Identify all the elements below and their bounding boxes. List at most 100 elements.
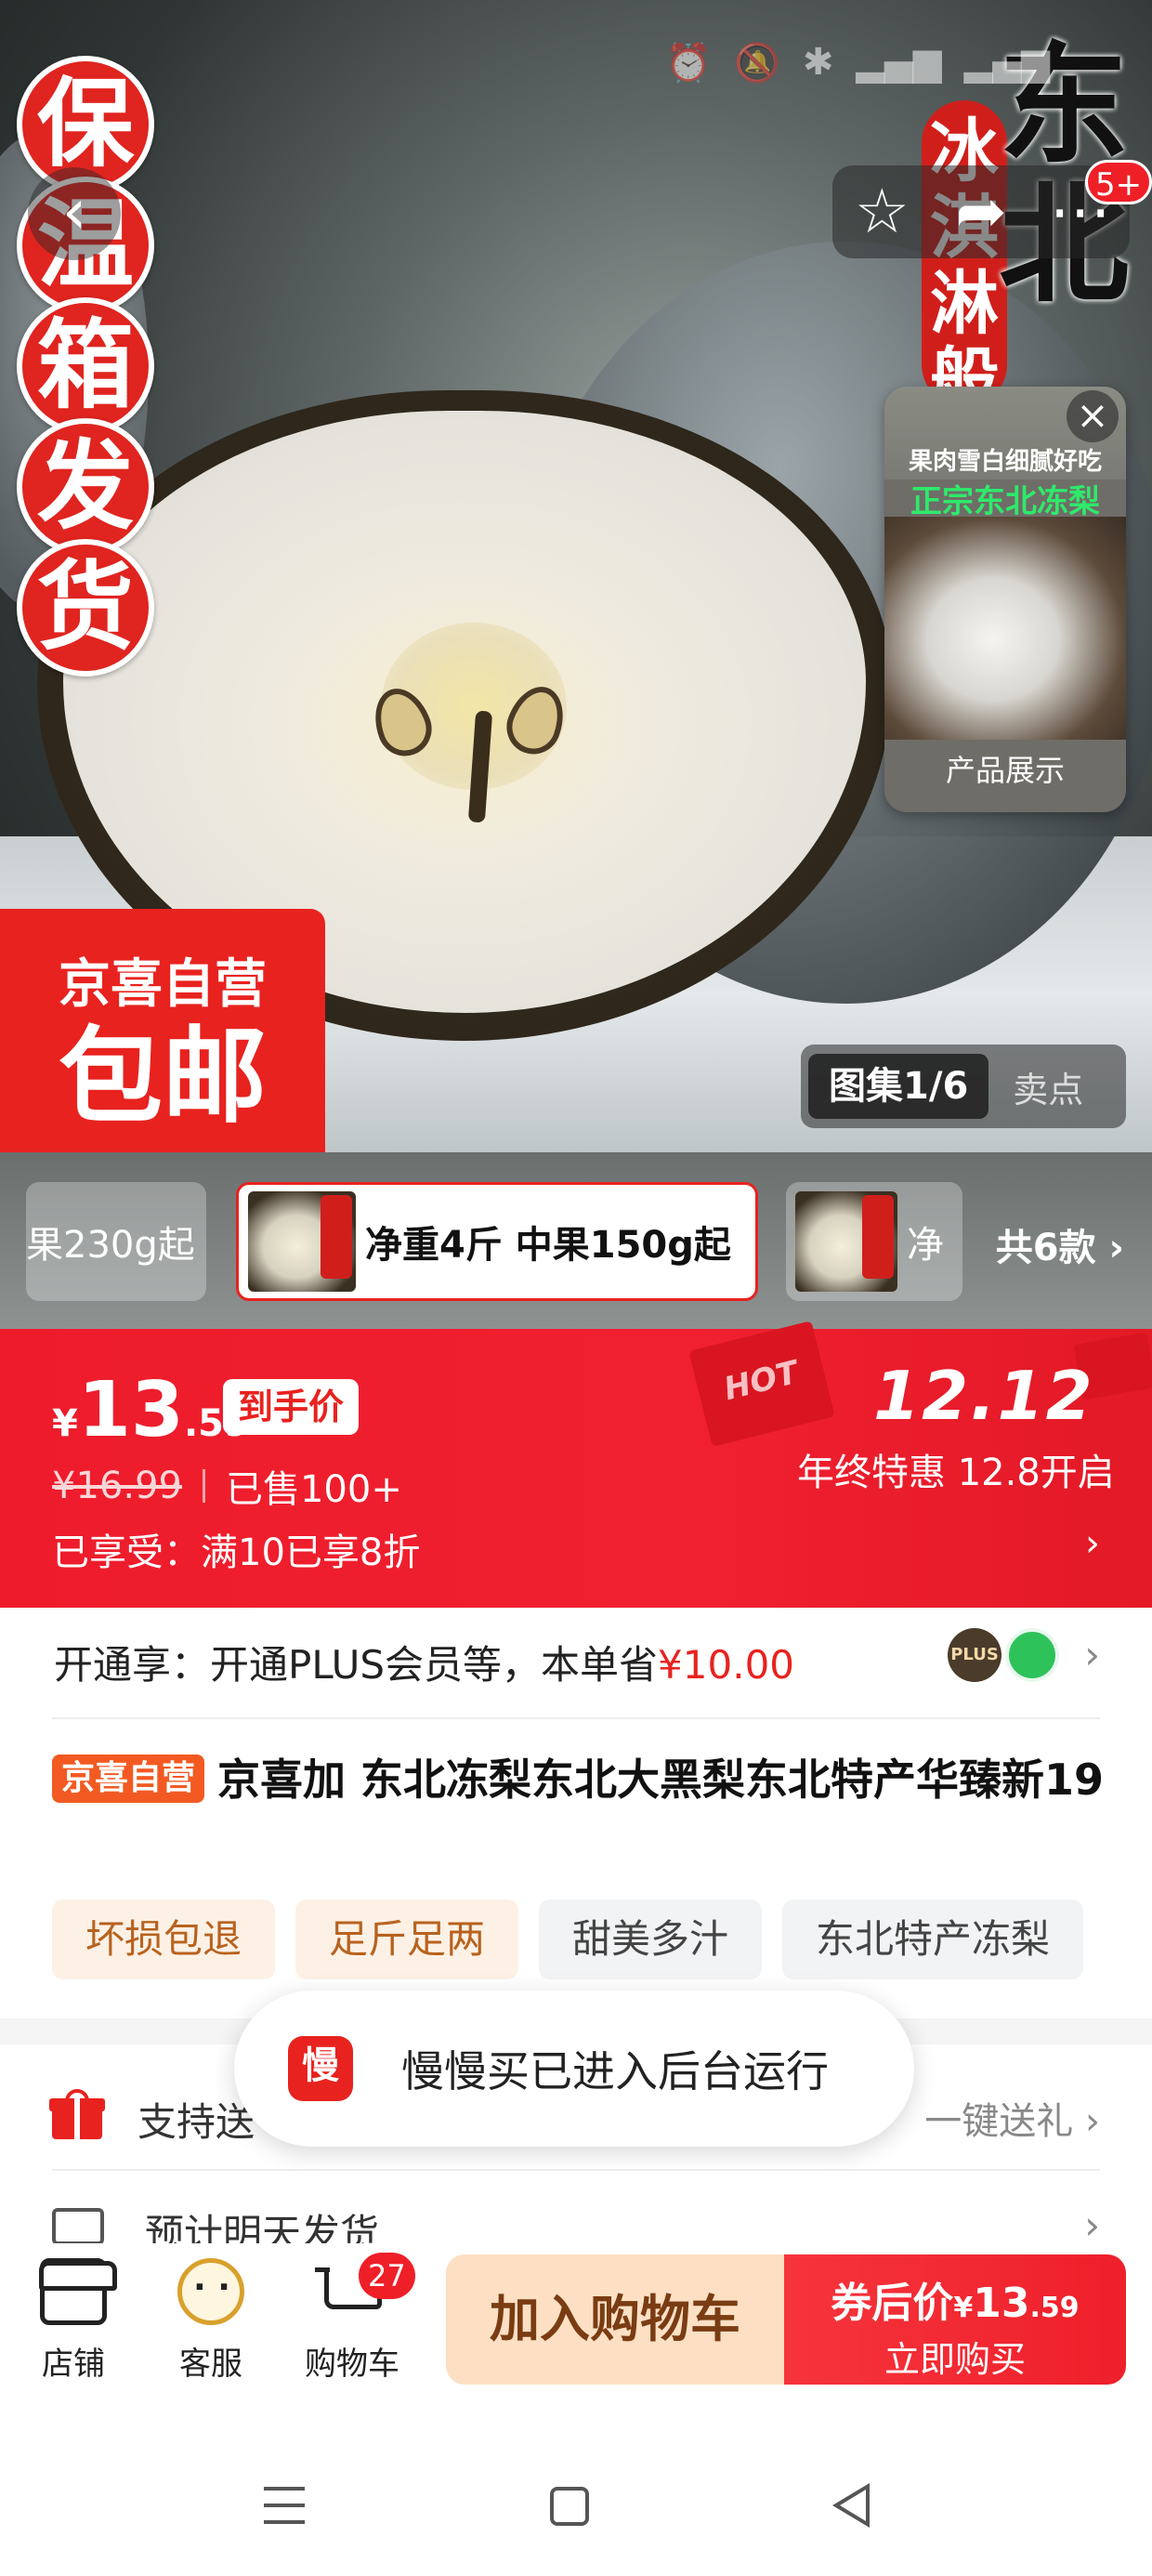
insulated-box-badge: 保 温 箱 发 货 xyxy=(17,56,158,677)
chevron-left-icon: ‹ xyxy=(61,176,87,247)
product-title: 京喜自营 京喜加 东北冻梨东北大黑梨东北特产华臻新19 xyxy=(52,1747,1111,1812)
event-subtitle: 年终特惠 12.8开启 xyxy=(797,1452,1115,1494)
gift-action: 一键送礼 › xyxy=(924,2091,1100,2145)
variant-thumbnail xyxy=(795,1191,897,1292)
variant-thumbnail xyxy=(248,1191,356,1292)
event-date: 12.12 xyxy=(873,1357,1094,1435)
product-title-text: 京喜加 东北冻梨东北大黑梨东北特产华臻新19 xyxy=(217,1755,1105,1805)
self-operated-tag: 京喜自营 xyxy=(52,1755,205,1803)
signal-icon: ▂▄▆ xyxy=(963,41,1050,84)
product-video-preview[interactable]: 果肉雪白细腻好吃 正宗东北冻梨 产品展示 xyxy=(884,387,1126,812)
badge-line2: 包邮 xyxy=(59,1017,267,1137)
shipping-row[interactable]: 预计明天发货 › xyxy=(0,2175,1152,2249)
plus-icons: PLUS xyxy=(948,1628,1059,1682)
buy-price-line: 券后价¥13.59 xyxy=(784,2269,1126,2329)
divider xyxy=(202,1469,205,1503)
notification-badge: 5+ xyxy=(1085,160,1152,204)
original-price: ¥16.99 xyxy=(52,1465,182,1507)
variant-label: 果230g起 xyxy=(26,1224,195,1267)
menu-line xyxy=(264,2487,305,2491)
final-price-tag: 到手价 xyxy=(223,1379,360,1435)
tag-damage-refund[interactable]: 坏损包退 xyxy=(52,1899,276,1979)
store-label: 店铺 xyxy=(42,2346,105,2383)
product-image-gallery[interactable]: 保 温 箱 发 货 冰 淇 淋 般 东 北 ⏰ 🔕 ✱ ▂▄▆ ▂▄▆ ‹ ☆ … xyxy=(0,0,1152,1152)
product-tags: 坏损包退 足斤足两 甜美多汁 东北特产冻梨 xyxy=(52,1899,1084,1979)
video-label: 产品展示 xyxy=(945,753,1065,788)
add-to-cart-button[interactable]: 加入购物车 xyxy=(446,2254,784,2385)
variant-chip[interactable]: 净 xyxy=(786,1182,962,1301)
chevron-right-icon: › xyxy=(1085,2100,1100,2143)
wallet-icon xyxy=(1005,1628,1059,1682)
gift-label: 支持送 xyxy=(137,2099,255,2145)
badge-char: 发 xyxy=(17,418,154,556)
divider xyxy=(52,1717,1100,1719)
badge-line1: 京喜自营 xyxy=(59,954,267,1015)
toast-text: 慢慢买已进入后台运行 xyxy=(401,2046,829,2096)
background-running-toast: 慢 慢慢买已进入后台运行 xyxy=(234,1991,914,2147)
buy-price-integer: 13 xyxy=(973,2280,1030,2327)
truck-icon xyxy=(52,2208,104,2245)
gift-action-label: 一键送礼 xyxy=(924,2100,1074,2143)
chat-face-icon xyxy=(177,2258,244,2325)
plus-membership-row[interactable]: 开通享：开通PLUS会员等，本单省¥10.00 PLUS › xyxy=(0,1608,1152,1704)
buy-now-label: 立即购买 xyxy=(884,2339,1026,2380)
cart-count-badge: 27 xyxy=(359,2253,415,2299)
system-navigation-bar xyxy=(0,2435,1152,2576)
variant-label: 净重4斤 中果150g起 xyxy=(365,1224,731,1267)
menu-line xyxy=(264,2504,305,2507)
hot-tag: HOT xyxy=(688,1321,835,1447)
plus-text: 开通享：开通PLUS会员等，本单省¥10.00 xyxy=(54,1634,794,1690)
star-icon[interactable]: ☆ xyxy=(840,165,923,258)
gallery-tabs: 图集1/6 卖点 xyxy=(801,1045,1126,1128)
gift-ribbon xyxy=(74,2098,80,2139)
tag-full-weight[interactable]: 足斤足两 xyxy=(295,1899,519,1979)
badge-char: 货 xyxy=(17,539,154,677)
final-price: ¥ 13 .59 xyxy=(52,1366,250,1454)
menu-line xyxy=(264,2520,305,2524)
mute-icon: 🔕 xyxy=(734,42,780,85)
status-bar: ⏰ 🔕 ✱ ▂▄▆ ▂▄▆ xyxy=(0,0,1152,130)
signal-icon: ▂▄▆ xyxy=(856,41,942,84)
chevron-right-icon: › xyxy=(1084,2202,1100,2248)
video-frame xyxy=(884,517,1126,740)
menu-icon[interactable] xyxy=(264,2487,305,2524)
sold-count: 已售100+ xyxy=(225,1468,402,1511)
close-icon[interactable]: × xyxy=(1067,390,1119,442)
variant-label: 净 xyxy=(907,1224,944,1267)
variant-strip: 果230g起 净重4斤 中果150g起 净 共6款 › xyxy=(0,1152,1152,1329)
video-overlay-line1: 果肉雪白细腻好吃 xyxy=(908,448,1102,476)
cart-label: 购物车 xyxy=(305,2346,399,2383)
chevron-right-icon: › xyxy=(1084,1632,1100,1677)
buy-price-prefix: 券后价 xyxy=(831,2280,954,2327)
status-icons: ⏰ 🔕 ✱ ▂▄▆ ▂▄▆ xyxy=(665,41,1050,85)
alarm-icon: ⏰ xyxy=(665,42,713,85)
customer-service-button[interactable]: 客服 xyxy=(151,2258,271,2384)
variant-chip-selected[interactable]: 净重4斤 中果150g起 xyxy=(236,1182,758,1301)
plus-label: 开通享：开通PLUS会员等，本单省 xyxy=(54,1642,659,1688)
promo-text[interactable]: 已享受：满10已享8折 xyxy=(52,1522,420,1576)
share-icon[interactable]: ➦ xyxy=(939,165,1023,258)
buy-price-decimal: .59 xyxy=(1029,2292,1080,2324)
chevron-right-icon: › xyxy=(1108,1227,1124,1269)
gift-icon xyxy=(49,2089,105,2139)
variant-chip[interactable]: 果230g起 xyxy=(26,1182,206,1301)
chevron-right-icon[interactable]: › xyxy=(1085,1522,1100,1565)
tag-sweet-juicy[interactable]: 甜美多汁 xyxy=(539,1899,763,1979)
tab-gallery[interactable]: 图集1/6 xyxy=(808,1054,989,1119)
buy-now-button[interactable]: 券后价¥13.59 立即购买 xyxy=(784,2254,1126,2385)
shipping-label: 预计明天发货 xyxy=(145,2211,380,2249)
back-triangle-icon[interactable] xyxy=(832,2483,870,2528)
variant-count: 共6款 xyxy=(995,1227,1096,1269)
app-logo-icon: 慢 xyxy=(288,2036,353,2101)
store-button[interactable]: 店铺 xyxy=(13,2258,134,2384)
tag-northeast-specialty[interactable]: 东北特产冻梨 xyxy=(782,1899,1084,1979)
video-overlay-line2: 正宗东北冻梨 xyxy=(910,483,1100,520)
price-banner: HOT ¥ 13 .59 到手价 ¥16.99 已售100+ 已享受：满10已享… xyxy=(0,1321,1152,1608)
back-button[interactable]: ‹ xyxy=(28,167,121,260)
divider xyxy=(52,2169,1100,2171)
plus-amount: ¥10.00 xyxy=(658,1642,795,1688)
tab-selling-points[interactable]: 卖点 xyxy=(988,1061,1107,1112)
plus-badge-icon: PLUS xyxy=(948,1628,1001,1682)
variant-count-link[interactable]: 共6款 › xyxy=(996,1217,1124,1271)
home-icon[interactable] xyxy=(550,2487,589,2526)
